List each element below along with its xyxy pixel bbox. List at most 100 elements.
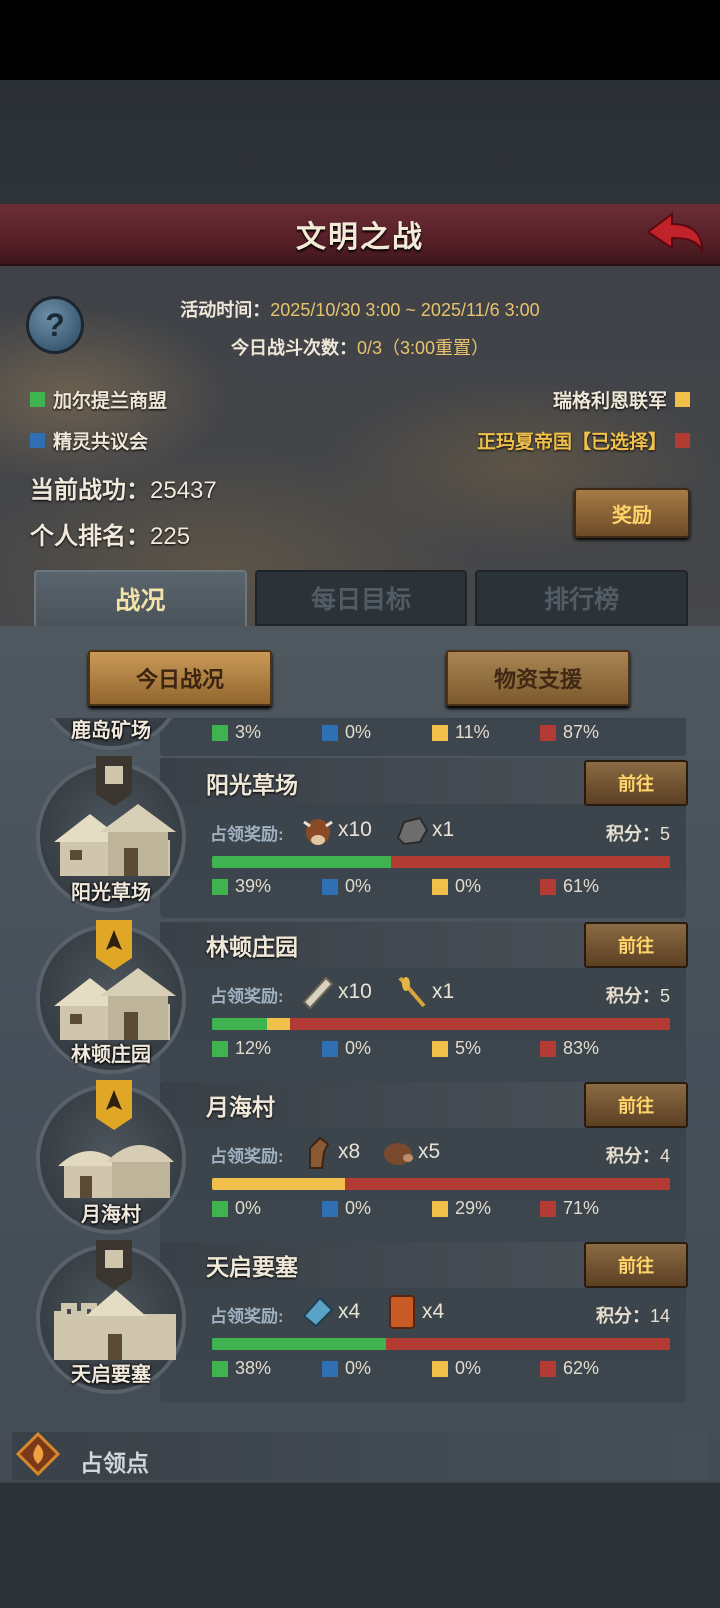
event-time-label: 活动时间： [180,300,271,320]
supply-support-button[interactable]: 物资支援 [446,650,630,706]
bottom-area [0,1483,720,1608]
alliance-name: 瑞格利恩联军 [552,391,667,412]
percent-yellow: 0% [455,876,482,896]
faction-banner-icon [96,756,132,806]
medal-location-name: 月海村 [81,1204,141,1226]
reward-qty: x10 [338,818,372,841]
percent-red: 87% [563,722,600,742]
page-title: 文明之战 [296,221,424,254]
back-arrow-icon[interactable] [642,210,706,258]
location-list[interactable]: 鹿岛矿场 3% 0% 11% 87% 阳光草场 阳光草场 前往 占领奖励: x1… [0,718,720,1422]
alliance-name: 正玛夏帝国【已选择】 [476,432,667,453]
percent-red: 62% [563,1358,600,1378]
tab-daily-goals[interactable]: 每日目标 [254,570,468,626]
score-value: 5 [659,986,670,1006]
daily-battles-value: 0/3（3:00重置） [356,338,490,358]
goto-button[interactable]: 前往 [584,1242,688,1288]
alliance-color-green [30,392,45,407]
event-time-value: 2025/10/30 3:00 ~ 2025/11/6 3:00 [270,300,540,320]
bar-yellow-segment [212,1178,345,1190]
goto-button[interactable]: 前往 [584,760,688,806]
reward-item: x4 [300,1294,360,1330]
reward-button[interactable]: 奖励 [574,488,690,538]
medal-location-name: 天启要塞 [71,1364,151,1386]
location-row: 月海村 月海村 前往 占领奖励: x8 x5 积分：4 0% 0% 29% 71… [0,1080,720,1244]
occupation-points-label: 占领点 [80,1450,149,1476]
map-icon [302,1296,334,1328]
score-label: 积分： [595,1306,650,1326]
location-name: 阳光草场 [206,772,298,798]
percent-green: 3% [235,722,262,742]
reward-qty: x1 [432,818,455,841]
alliance-color-yellow [675,392,690,407]
reward-item: x1 [394,812,454,848]
control-percents: 3% 0% 11% 87% [212,722,682,744]
goto-button[interactable]: 前往 [584,1082,688,1128]
medal-location-name: 林顿庄园 [71,1044,151,1066]
control-bar [212,856,670,868]
reward-item: x1 [394,974,454,1010]
alliance-item: 瑞格利恩联军 [553,386,690,413]
personal-rank: 个人排名：225 [30,516,190,551]
bar-red-segment [289,1018,670,1030]
boar-icon [384,1143,413,1165]
percent-red: 71% [563,1198,600,1218]
daily-battles: 今日战斗次数：0/3（3:00重置） [0,334,720,360]
reward-item: x10 [300,974,372,1010]
location-row: 阳光草场 阳光草场 前往 占领奖励: x10 x1 积分：5 39% 0% 0%… [0,756,720,920]
percent-yellow: 11% [455,722,490,742]
alliance-item-selected: 正玛夏帝国【已选择】 [477,427,690,454]
reward-item: x8 [300,1134,360,1170]
flame-icon [16,1432,60,1476]
alliance-name: 加尔提兰商盟 [53,391,168,412]
event-time: 活动时间：2025/10/30 3:00 ~ 2025/11/6 3:00 [0,296,720,322]
location-name: 天启要塞 [206,1254,298,1280]
percent-green: 39% [235,876,272,896]
tab-leaderboard[interactable]: 排行榜 [475,570,689,626]
bar-red-segment [390,856,670,868]
medal-location-name: 鹿岛矿场 [71,720,151,742]
goto-button[interactable]: 前往 [584,922,688,968]
reward-qty: x4 [338,1300,361,1323]
location-row: 林顿庄园 林顿庄园 前往 占领奖励: x10 x1 积分：5 12% 0% 5%… [0,920,720,1084]
control-percents: 38% 0% 0% 62% [212,1358,682,1380]
occupy-reward-label: 占领奖励: [210,1147,284,1166]
score-label: 积分： [605,986,660,1006]
occupy-reward-label: 占领奖励: [210,987,284,1006]
occupy-reward-label: 占领奖励: [210,825,284,844]
occupy-reward-label: 占领奖励: [210,1307,284,1326]
merit-value: 25437 [150,477,217,504]
control-bar [212,1018,670,1030]
bar-green-segment [212,856,391,868]
tab-battle-status[interactable]: 战况 [34,570,247,626]
percent-blue: 0% [345,876,372,896]
alliance-color-red [675,433,690,448]
percent-blue: 0% [345,722,372,742]
today-status-button[interactable]: 今日战况 [88,650,272,706]
location-name: 林顿庄园 [206,934,298,960]
wheat-icon [398,976,426,1008]
control-percents: 39% 0% 0% 61% [212,876,682,898]
control-bar [212,1338,670,1350]
faction-banner-icon [96,1240,132,1290]
horse-icon [309,1136,330,1169]
top-safe-area [0,0,720,80]
percent-blue: 0% [345,1358,372,1378]
score-label: 积分： [605,824,660,844]
percent-blue: 0% [345,1198,372,1218]
bar-green-segment [212,1338,387,1350]
score-label: 积分： [605,1146,660,1166]
percent-red: 83% [563,1038,600,1058]
location-row: 鹿岛矿场 3% 0% 11% 87% [0,718,720,758]
bar-green-segment [212,1018,267,1030]
percent-blue: 0% [345,1038,372,1058]
reward-qty: x4 [422,1300,445,1323]
reward-item: x5 [380,1134,440,1170]
merit-label: 当前战功： [30,477,150,504]
control-bar [212,1178,670,1190]
alliance-item: 精灵共议会 [30,427,148,454]
location-row: 天启要塞 天启要塞 前往 占领奖励: x4 x4 积分：14 38% 0% 0%… [0,1240,720,1404]
reward-qty: x5 [418,1140,441,1163]
wood-plank-icon [389,1295,415,1329]
title-bar: 文明之战 [0,204,720,266]
